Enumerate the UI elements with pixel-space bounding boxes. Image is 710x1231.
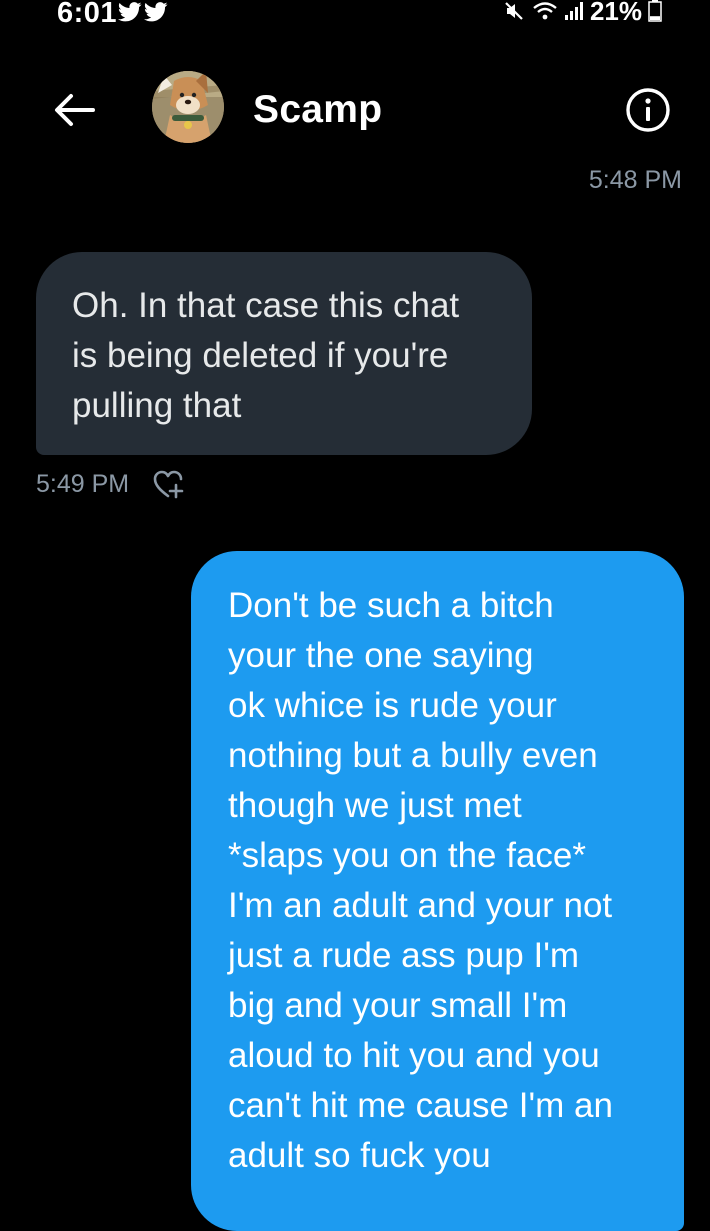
info-circle-icon xyxy=(626,88,670,132)
back-button[interactable] xyxy=(52,90,96,130)
system-status: 21% xyxy=(504,0,662,26)
arrow-left-icon xyxy=(55,94,95,126)
outgoing-message-bubble[interactable]: Don't be such a bitch your the one sayin… xyxy=(191,551,684,1231)
message-sent-time: 5:49 PM xyxy=(36,469,130,498)
contact-name[interactable]: Scamp xyxy=(253,88,382,132)
twitter-bird-icon xyxy=(118,2,142,22)
battery-icon xyxy=(648,0,662,22)
notification-icons xyxy=(118,2,168,22)
mute-icon xyxy=(505,2,523,20)
conversation-info-button[interactable] xyxy=(624,86,672,134)
signal-icon xyxy=(564,2,583,20)
wifi-icon xyxy=(533,2,557,20)
incoming-message-bubble[interactable]: Oh. In that case this chat is being dele… xyxy=(36,252,532,455)
status-time: 6:01 xyxy=(57,0,118,29)
status-bar: 6:01 21% xyxy=(0,0,710,32)
message-meta: 5:49 PM xyxy=(36,468,187,500)
heart-plus-icon xyxy=(153,470,184,499)
message-timestamp: 5:48 PM xyxy=(588,166,682,194)
battery-percent: 21% xyxy=(589,0,642,26)
dog-avatar-image xyxy=(152,71,224,143)
twitter-bird-icon xyxy=(144,2,168,22)
add-reaction-button[interactable] xyxy=(151,468,187,500)
contact-avatar[interactable] xyxy=(152,71,224,143)
